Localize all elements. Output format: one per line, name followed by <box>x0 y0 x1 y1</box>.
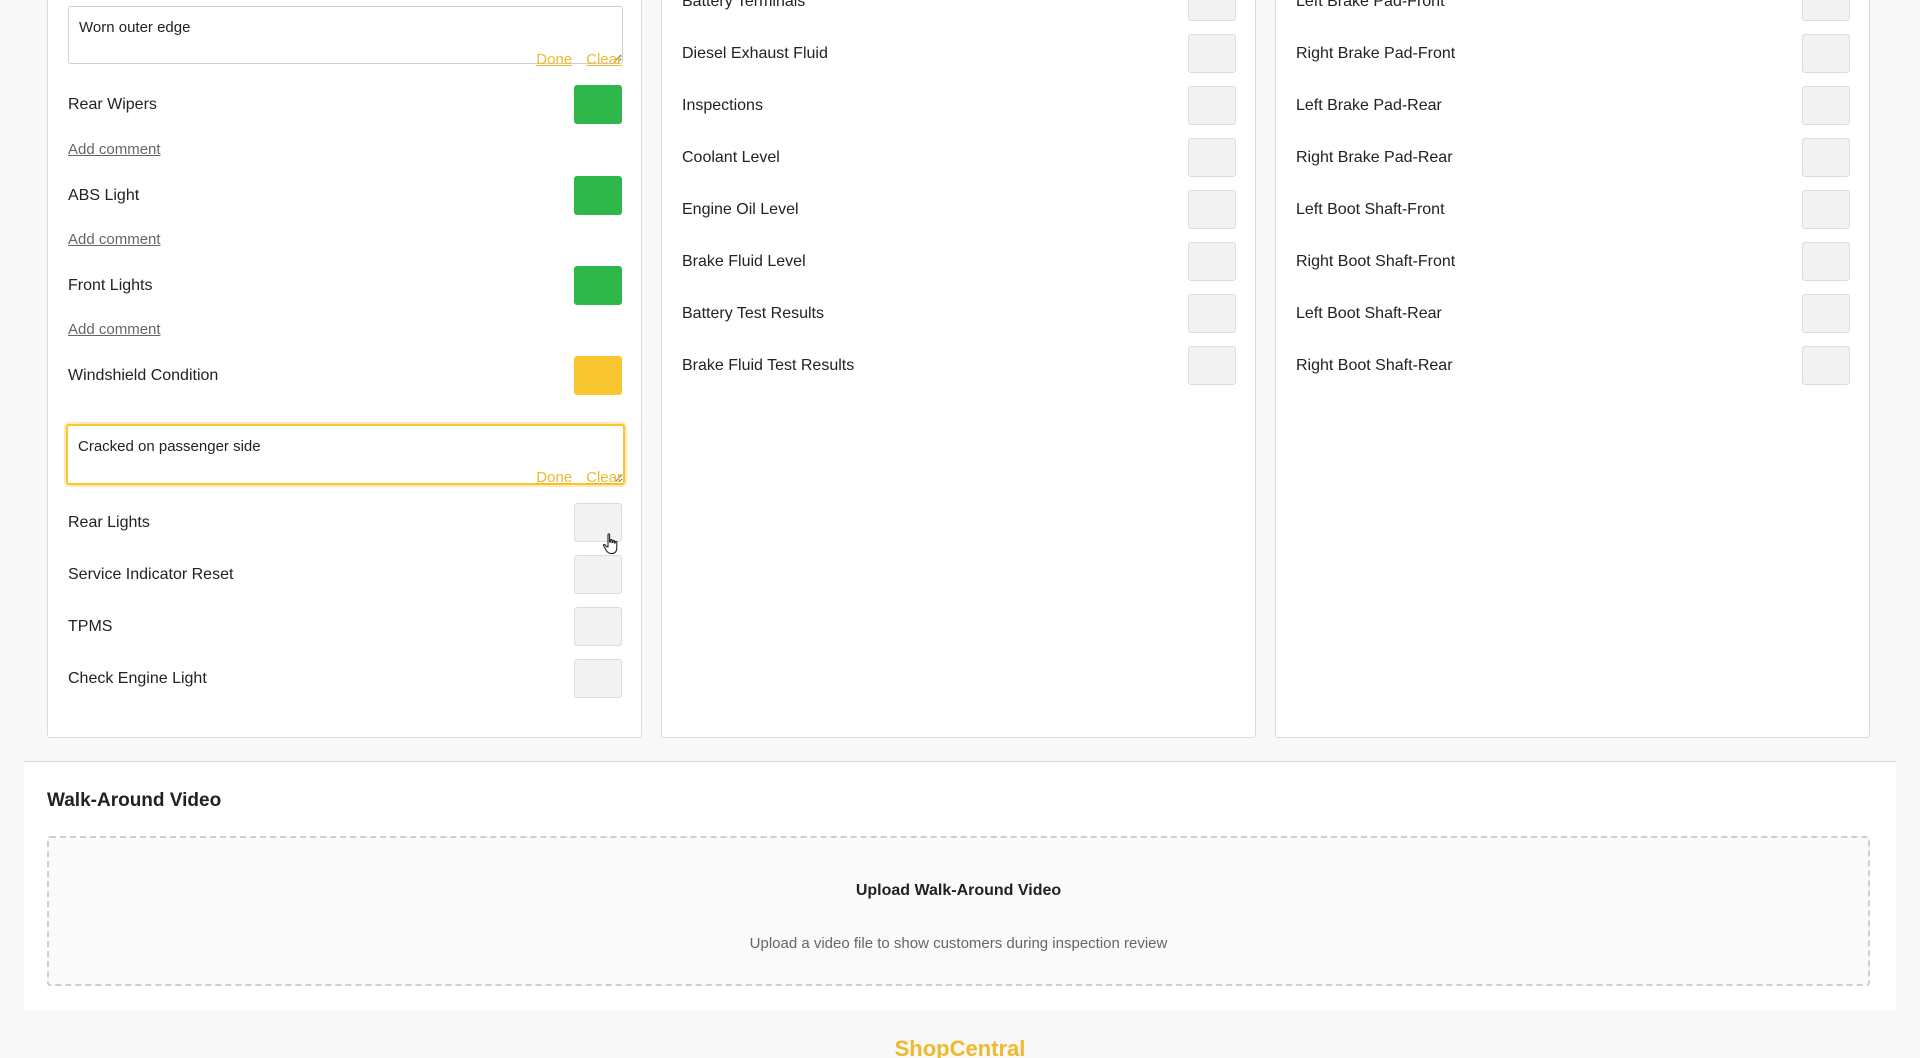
status-swatch-green[interactable] <box>574 85 622 124</box>
item-label: Service Indicator Reset <box>68 566 234 583</box>
status-swatch-empty[interactable] <box>574 555 622 594</box>
item-label: TPMS <box>68 618 113 635</box>
status-swatch-empty[interactable] <box>1802 294 1850 333</box>
inspection-row: Battery Test Results <box>662 294 1255 334</box>
item-label: Left Boot Shaft-Rear <box>1296 305 1442 322</box>
inspection-row: Right Brake Pad-Front <box>1276 34 1869 74</box>
item-label: Right Boot Shaft-Rear <box>1296 357 1453 374</box>
status-swatch-empty[interactable] <box>1188 346 1236 385</box>
inspection-row-service-indicator: Service Indicator Reset <box>48 555 641 595</box>
status-swatch-green[interactable] <box>574 176 622 215</box>
video-upload-dropzone[interactable]: Upload Walk-Around Video Upload a video … <box>47 836 1870 986</box>
item-label: Inspections <box>682 97 763 114</box>
inspection-row: Engine Oil Level <box>662 190 1255 230</box>
item-label: Front Lights <box>68 277 153 294</box>
clear-link[interactable]: Clear <box>586 469 622 486</box>
inspection-row-rear-lights: Rear Lights <box>48 503 641 543</box>
inspection-row-tpms: TPMS <box>48 607 641 647</box>
footer-brand-logo[interactable]: ShopCentral <box>0 1036 1920 1058</box>
status-swatch-empty[interactable] <box>1802 34 1850 73</box>
inspection-row: Brake Fluid Level <box>662 242 1255 282</box>
clear-link[interactable]: Clear <box>586 51 622 68</box>
status-swatch-empty[interactable] <box>1188 190 1236 229</box>
inspection-row-check-engine: Check Engine Light <box>48 659 641 699</box>
item-label: Right Brake Pad-Rear <box>1296 149 1453 166</box>
item-label: Left Brake Pad-Rear <box>1296 97 1442 114</box>
status-swatch-empty[interactable] <box>1188 34 1236 73</box>
inspection-row: Right Boot Shaft-Rear <box>1276 346 1869 386</box>
item-label: Battery Terminals <box>682 0 806 10</box>
inspection-column-3: Left Brake Pad-Front Right Brake Pad-Fro… <box>1275 0 1870 738</box>
status-swatch-empty[interactable] <box>1802 138 1850 177</box>
inspection-row-windshield: Windshield Condition <box>48 356 641 396</box>
status-swatch-empty[interactable] <box>1188 138 1236 177</box>
inspection-row: Coolant Level <box>662 138 1255 178</box>
inspection-row: Left Brake Pad-Rear <box>1276 86 1869 126</box>
inspection-row: Right Boot Shaft-Front <box>1276 242 1869 282</box>
item-label: ABS Light <box>68 187 140 204</box>
status-swatch-empty[interactable] <box>1802 346 1850 385</box>
status-swatch-empty[interactable] <box>574 659 622 698</box>
status-swatch-empty[interactable] <box>1188 294 1236 333</box>
item-label: Left Brake Pad-Front <box>1296 0 1445 10</box>
status-swatch-empty[interactable] <box>1802 190 1850 229</box>
status-swatch-empty[interactable] <box>1188 242 1236 281</box>
item-label: Battery Test Results <box>682 305 824 322</box>
inspection-column-1: Worn outer edge Done Clear Rear Wipers Ad… <box>47 0 642 738</box>
item-label: Rear Lights <box>68 514 150 531</box>
section-title: Walk-Around Video <box>47 790 222 811</box>
upload-title: Upload Walk-Around Video <box>855 882 1062 899</box>
item-label: Coolant Level <box>682 149 780 166</box>
hand-cursor-icon <box>602 533 618 555</box>
done-link[interactable]: Done <box>536 469 572 486</box>
item-label: Right Boot Shaft-Front <box>1296 253 1456 270</box>
status-swatch-green[interactable] <box>574 266 622 305</box>
inspection-row: Battery Terminals <box>662 0 1255 22</box>
inspection-row: Brake Fluid Test Results <box>662 346 1255 386</box>
add-comment-link[interactable]: Add comment <box>68 141 161 158</box>
inspection-row-rear-wipers: Rear Wipers <box>48 85 641 125</box>
item-label: Right Brake Pad-Front <box>1296 45 1456 62</box>
item-label: Windshield Condition <box>68 367 219 384</box>
inspection-row: Left Brake Pad-Front <box>1276 0 1869 22</box>
status-swatch-empty[interactable] <box>1188 0 1236 21</box>
item-label: Brake Fluid Level <box>682 253 806 270</box>
inspection-row: Left Boot Shaft-Rear <box>1276 294 1869 334</box>
inspection-row: Left Boot Shaft-Front <box>1276 190 1869 230</box>
item-label: Engine Oil Level <box>682 201 799 218</box>
inspection-row-abs-light: ABS Light <box>48 176 641 216</box>
status-swatch-empty[interactable] <box>1802 242 1850 281</box>
comment-actions-tire: Done Clear <box>522 51 622 68</box>
upload-subtitle: Upload a video file to show customers du… <box>749 935 1168 952</box>
status-swatch-empty[interactable] <box>1188 86 1236 125</box>
status-swatch-yellow[interactable] <box>574 356 622 395</box>
status-swatch-empty[interactable] <box>1802 86 1850 125</box>
item-label: Rear Wipers <box>68 96 157 113</box>
comment-actions-windshield: Done Clear <box>522 469 622 486</box>
add-comment-link[interactable]: Add comment <box>68 231 161 248</box>
status-swatch-empty[interactable] <box>1802 0 1850 21</box>
item-label: Diesel Exhaust Fluid <box>682 45 828 62</box>
inspection-row: Right Brake Pad-Rear <box>1276 138 1869 178</box>
inspection-column-2: Battery Terminals Diesel Exhaust Fluid I… <box>661 0 1256 738</box>
item-label: Left Boot Shaft-Front <box>1296 201 1445 218</box>
status-swatch-empty[interactable] <box>574 607 622 646</box>
inspection-row-front-lights: Front Lights <box>48 266 641 306</box>
inspection-row: Inspections <box>662 86 1255 126</box>
item-label: Brake Fluid Test Results <box>682 357 855 374</box>
walk-around-video-section: Walk-Around Video Upload Walk-Around Vid… <box>24 762 1896 1010</box>
item-label: Check Engine Light <box>68 670 207 687</box>
done-link[interactable]: Done <box>536 51 572 68</box>
inspection-columns: Worn outer edge Done Clear Rear Wipers Ad… <box>47 0 1871 738</box>
inspection-row: Diesel Exhaust Fluid <box>662 34 1255 74</box>
add-comment-link[interactable]: Add comment <box>68 321 161 338</box>
